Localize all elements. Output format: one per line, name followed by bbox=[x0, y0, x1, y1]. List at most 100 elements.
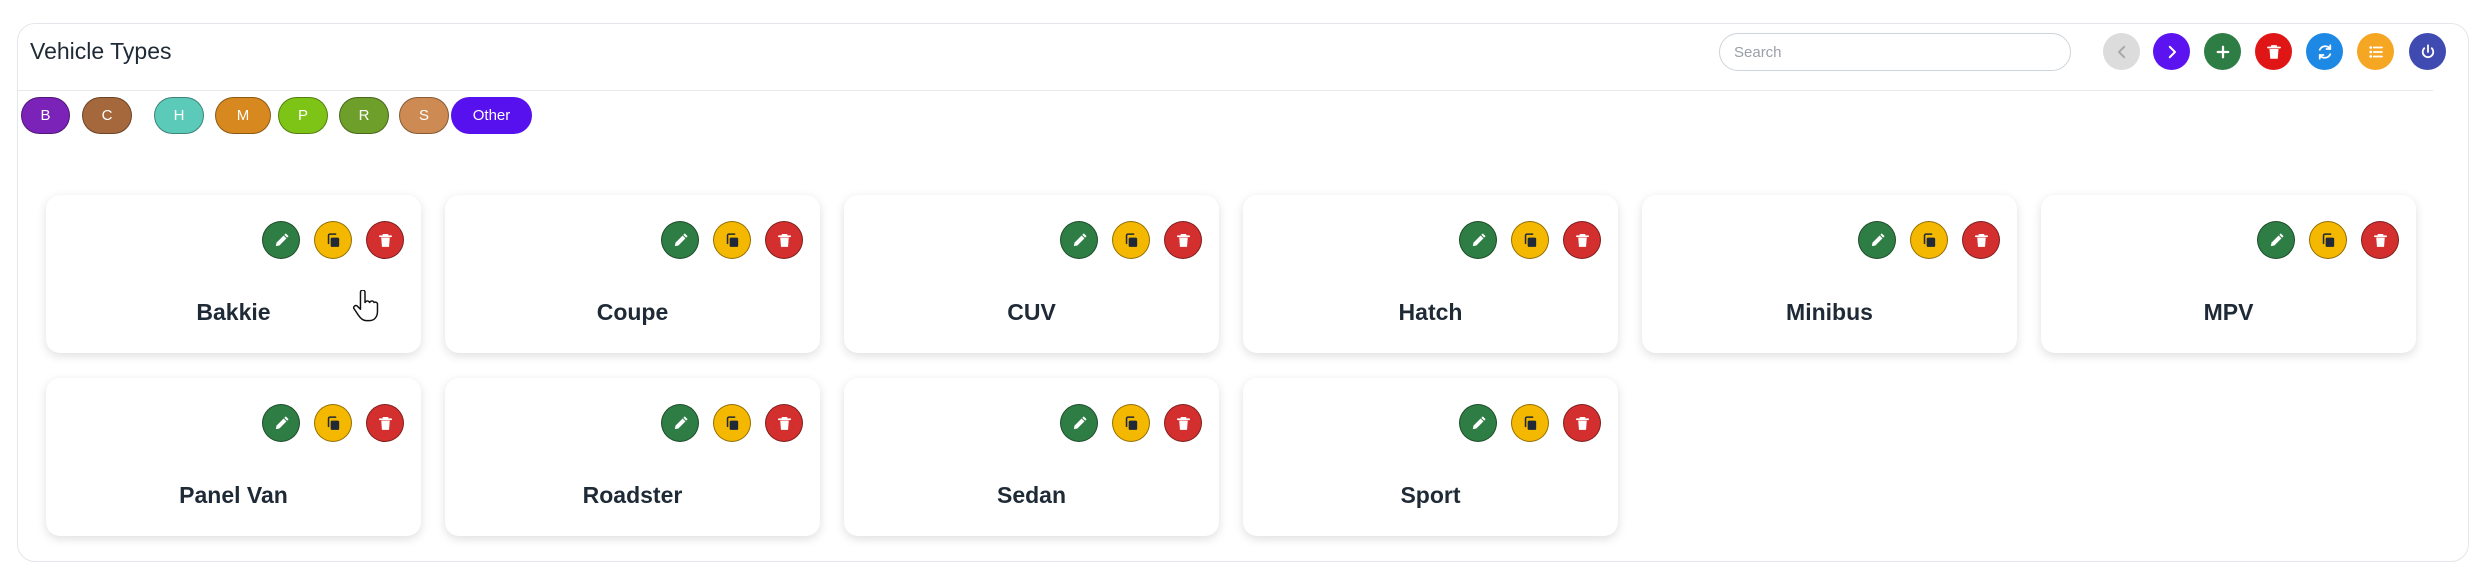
refresh-button[interactable] bbox=[2306, 33, 2343, 70]
copy-button[interactable] bbox=[314, 404, 352, 442]
vehicle-type-card[interactable]: Hatch bbox=[1243, 195, 1618, 353]
vehicle-type-card[interactable]: Roadster bbox=[445, 378, 820, 536]
vehicle-type-card[interactable]: Bakkie bbox=[46, 195, 421, 353]
vehicle-type-name: Sport bbox=[1400, 482, 1461, 508]
pencil-icon bbox=[1472, 415, 1486, 429]
list-view-button[interactable] bbox=[2357, 33, 2394, 70]
page-title: Vehicle Types bbox=[30, 38, 172, 64]
delete-button[interactable] bbox=[2361, 221, 2399, 259]
pencil-icon bbox=[1073, 232, 1087, 246]
filter-pill-c[interactable]: C bbox=[82, 97, 132, 134]
copy-button[interactable] bbox=[2309, 221, 2347, 259]
pencil-icon bbox=[1073, 415, 1087, 429]
vehicle-type-card[interactable]: CUV bbox=[844, 195, 1219, 353]
vehicle-type-name: MPV bbox=[2203, 299, 2254, 325]
trash-icon bbox=[1176, 416, 1190, 430]
trash-icon bbox=[777, 416, 791, 430]
filter-pill-m[interactable]: M bbox=[215, 97, 271, 134]
edit-button[interactable] bbox=[1459, 221, 1497, 259]
delete-button[interactable] bbox=[765, 221, 803, 259]
vehicle-type-name: Hatch bbox=[1398, 299, 1463, 325]
trash-icon bbox=[1176, 233, 1190, 247]
filter-pill-b[interactable]: B bbox=[21, 97, 70, 134]
copy-button[interactable] bbox=[1511, 221, 1549, 259]
pencil-icon bbox=[275, 232, 289, 246]
copy-button[interactable] bbox=[314, 221, 352, 259]
chevron-right-icon bbox=[2168, 45, 2176, 58]
filter-pill-s[interactable]: S bbox=[399, 97, 449, 134]
copy-button[interactable] bbox=[713, 404, 751, 442]
plus-icon bbox=[2216, 45, 2229, 58]
power-button[interactable] bbox=[2409, 33, 2446, 70]
delete-button[interactable] bbox=[1563, 404, 1601, 442]
edit-button[interactable] bbox=[2257, 221, 2295, 259]
trash-icon bbox=[1575, 416, 1589, 430]
copy-button[interactable] bbox=[1112, 404, 1150, 442]
delete-button[interactable] bbox=[1962, 221, 2000, 259]
delete-button[interactable] bbox=[1563, 221, 1601, 259]
edit-button[interactable] bbox=[1060, 221, 1098, 259]
vehicle-type-card[interactable]: Coupe bbox=[445, 195, 820, 353]
delete-button[interactable] bbox=[1164, 404, 1202, 442]
delete-button[interactable] bbox=[366, 404, 404, 442]
pencil-icon bbox=[2270, 232, 2284, 246]
vehicle-type-card[interactable]: Sport bbox=[1243, 378, 1618, 536]
delete-button[interactable] bbox=[1164, 221, 1202, 259]
copy-icon bbox=[327, 415, 339, 430]
filter-pill-r[interactable]: R bbox=[339, 97, 389, 134]
pencil-icon bbox=[674, 415, 688, 429]
hand-cursor-icon bbox=[352, 290, 379, 322]
edit-button[interactable] bbox=[262, 221, 300, 259]
copy-icon bbox=[2322, 232, 2334, 247]
edit-button[interactable] bbox=[661, 221, 699, 259]
delete-button[interactable] bbox=[2255, 33, 2292, 70]
pencil-icon bbox=[1472, 232, 1486, 246]
edit-button[interactable] bbox=[262, 404, 300, 442]
delete-button[interactable] bbox=[765, 404, 803, 442]
filter-pill-h[interactable]: H bbox=[154, 97, 204, 134]
vehicle-type-name: Coupe bbox=[596, 299, 669, 325]
chevron-left-icon bbox=[2117, 45, 2125, 58]
copy-button[interactable] bbox=[1112, 221, 1150, 259]
copy-button[interactable] bbox=[1910, 221, 1948, 259]
copy-button[interactable] bbox=[713, 221, 751, 259]
vehicle-type-card[interactable]: Panel Van bbox=[46, 378, 421, 536]
trash-icon bbox=[777, 233, 791, 247]
copy-icon bbox=[726, 415, 738, 430]
add-button[interactable] bbox=[2204, 33, 2241, 70]
delete-button[interactable] bbox=[366, 221, 404, 259]
copy-icon bbox=[726, 232, 738, 247]
edit-button[interactable] bbox=[1858, 221, 1896, 259]
refresh-icon bbox=[2318, 43, 2331, 60]
filter-pill-other[interactable]: Other bbox=[451, 97, 532, 134]
trash-icon bbox=[2373, 233, 2387, 247]
power-icon bbox=[2421, 43, 2434, 58]
copy-icon bbox=[1524, 232, 1536, 247]
trash-icon bbox=[2266, 44, 2281, 59]
edit-button[interactable] bbox=[1060, 404, 1098, 442]
vehicle-type-name: Panel Van bbox=[179, 482, 288, 508]
vehicle-type-card[interactable]: Minibus bbox=[1642, 195, 2017, 353]
vehicle-type-card[interactable]: MPV bbox=[2041, 195, 2416, 353]
trash-icon bbox=[1575, 233, 1589, 247]
copy-icon bbox=[1923, 232, 1935, 247]
list-icon bbox=[2368, 45, 2383, 58]
next-button[interactable] bbox=[2153, 33, 2190, 70]
edit-button[interactable] bbox=[661, 404, 699, 442]
vehicle-type-name: Sedan bbox=[996, 482, 1067, 508]
vehicle-type-name: CUV bbox=[1007, 299, 1056, 325]
copy-icon bbox=[1125, 415, 1137, 430]
filter-pill-p[interactable]: P bbox=[278, 97, 328, 134]
vehicle-type-card[interactable]: Sedan bbox=[844, 378, 1219, 536]
vehicle-type-name: Roadster bbox=[582, 482, 683, 508]
pencil-icon bbox=[275, 415, 289, 429]
copy-icon bbox=[1524, 415, 1536, 430]
search-input[interactable] bbox=[1719, 33, 2071, 71]
pencil-icon bbox=[1871, 232, 1885, 246]
edit-button[interactable] bbox=[1459, 404, 1497, 442]
trash-icon bbox=[1974, 233, 1988, 247]
vehicle-type-name: Minibus bbox=[1786, 299, 1873, 325]
trash-icon bbox=[378, 233, 392, 247]
prev-button[interactable] bbox=[2103, 33, 2140, 70]
copy-button[interactable] bbox=[1511, 404, 1549, 442]
